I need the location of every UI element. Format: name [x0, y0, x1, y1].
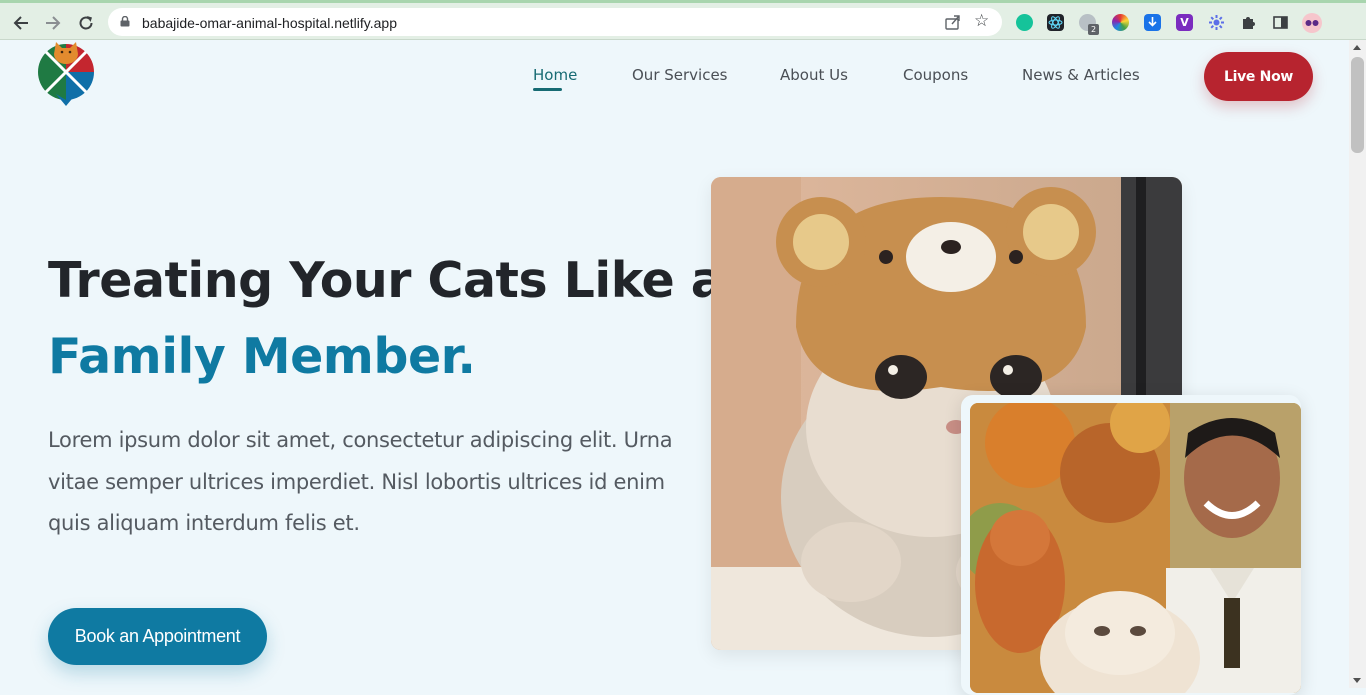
nav-our-services[interactable]: Our Services [632, 66, 728, 84]
vimeo-icon[interactable]: V [1176, 14, 1193, 31]
scrollbar-thumb[interactable] [1351, 57, 1364, 153]
nav-active-underline [533, 88, 562, 91]
reload-icon[interactable] [74, 11, 98, 35]
profile-avatar-icon[interactable] [1302, 13, 1322, 33]
settings-gear-icon[interactable] [1208, 14, 1225, 31]
vet-with-cat-image [970, 403, 1301, 693]
react-devtools-icon[interactable] [1047, 14, 1064, 31]
hero-title-line2: Family Member. [48, 328, 476, 385]
extension-badge-count: 2 [1088, 24, 1099, 35]
live-now-button[interactable]: Live Now [1204, 52, 1313, 101]
lock-icon[interactable] [120, 16, 130, 27]
nav-coupons[interactable]: Coupons [903, 66, 968, 84]
hospital-logo[interactable] [36, 42, 96, 108]
puzzle-icon[interactable] [1240, 14, 1257, 31]
nav-about-us[interactable]: About Us [780, 66, 848, 84]
nav-news-articles[interactable]: News & Articles [1022, 66, 1140, 84]
extension-badge-icon[interactable]: 2 [1079, 14, 1099, 35]
hero-description: Lorem ipsum dolor sit amet, consectetur … [48, 428, 673, 535]
browser-toolbar: babajide-omar-animal-hospital.netlify.ap… [0, 0, 1366, 40]
bookmark-star-icon[interactable]: ☆ [974, 11, 989, 31]
book-appointment-button[interactable]: Book an Appointment [48, 608, 267, 665]
scroll-down-arrow-icon[interactable] [1353, 678, 1361, 683]
scroll-up-arrow-icon[interactable] [1353, 45, 1361, 50]
sidepanel-icon[interactable] [1272, 14, 1289, 31]
forward-icon[interactable] [41, 11, 65, 35]
grammarly-icon[interactable] [1016, 14, 1033, 31]
share-icon[interactable] [944, 13, 962, 31]
download-icon[interactable] [1144, 14, 1161, 31]
url-text[interactable]: babajide-omar-animal-hospital.netlify.ap… [142, 15, 397, 31]
hero-title-line1: Treating Your Cats Like a [48, 252, 724, 309]
color-picker-icon[interactable] [1112, 14, 1129, 31]
back-icon[interactable] [9, 11, 33, 35]
address-bar[interactable]: babajide-omar-animal-hospital.netlify.ap… [108, 8, 1002, 36]
nav-home[interactable]: Home [533, 66, 577, 84]
